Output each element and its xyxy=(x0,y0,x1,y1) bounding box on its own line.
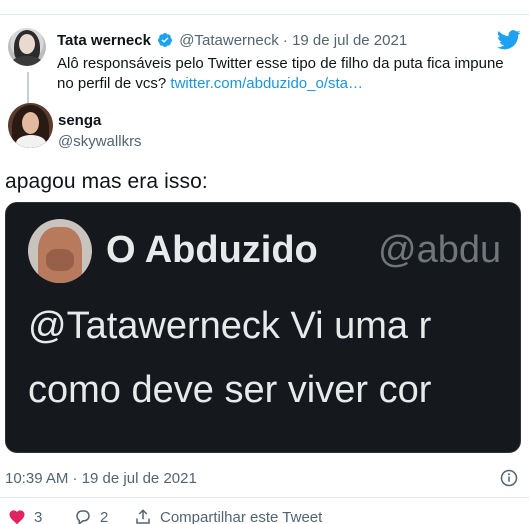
media-text-line-2: como deve ser viver cor xyxy=(28,369,432,411)
media-author-name: O Abduzido xyxy=(106,229,318,271)
quoted-tweet-link[interactable]: twitter.com/abduzido_o/sta… xyxy=(170,75,363,92)
top-border xyxy=(0,14,529,15)
tweet-actions: 3 2 Compartilhar este Tweet xyxy=(0,508,529,524)
reply-count: 2 xyxy=(100,508,109,524)
info-icon[interactable] xyxy=(500,469,518,487)
separator-dot: · xyxy=(282,32,288,49)
tweet-media-image[interactable]: O Abduzido @abdu @Tatawerneck Vi uma r c… xyxy=(5,202,521,453)
twitter-bird-icon[interactable] xyxy=(497,30,521,50)
quoted-tweet-header: Tata werneck @Tatawerneck · 19 de jul de… xyxy=(57,32,407,49)
quoted-author-avatar[interactable] xyxy=(8,28,46,66)
author-name[interactable]: senga xyxy=(58,112,101,129)
quoted-author-name[interactable]: Tata werneck xyxy=(57,32,151,49)
heart-icon xyxy=(9,510,25,524)
verified-badge-icon xyxy=(158,33,173,47)
like-count: 3 xyxy=(34,508,43,524)
reply-button[interactable]: 2 xyxy=(74,508,108,524)
tweet-text: apagou mas era isso: xyxy=(5,170,208,193)
tweet-author[interactable]: senga @skywallkrs xyxy=(0,103,529,155)
share-icon xyxy=(136,509,150,524)
media-author-handle: @abdu xyxy=(378,229,502,271)
quoted-author-handle[interactable]: @Tatawerneck xyxy=(179,32,278,49)
quoted-tweet-text: Alô responsáveis pelo Twitter esse tipo … xyxy=(57,54,519,94)
share-label: Compartilhar este Tweet xyxy=(160,508,323,524)
quoted-tweet-date[interactable]: 19 de jul de 2021 xyxy=(292,32,407,49)
quoted-tweet[interactable]: Tata werneck @Tatawerneck · 19 de jul de… xyxy=(0,24,529,112)
media-avatar xyxy=(28,219,92,283)
share-button[interactable]: Compartilhar este Tweet xyxy=(134,508,322,524)
author-handle[interactable]: @skywallkrs xyxy=(58,133,142,150)
tweet-timestamp[interactable]: 10:39 AM · 19 de jul de 2021 xyxy=(5,470,197,487)
divider xyxy=(0,497,529,498)
like-button[interactable]: 3 xyxy=(8,508,42,524)
reply-icon xyxy=(76,510,90,524)
media-text-line-1: @Tatawerneck Vi uma r xyxy=(28,305,432,347)
author-avatar[interactable] xyxy=(8,103,53,148)
